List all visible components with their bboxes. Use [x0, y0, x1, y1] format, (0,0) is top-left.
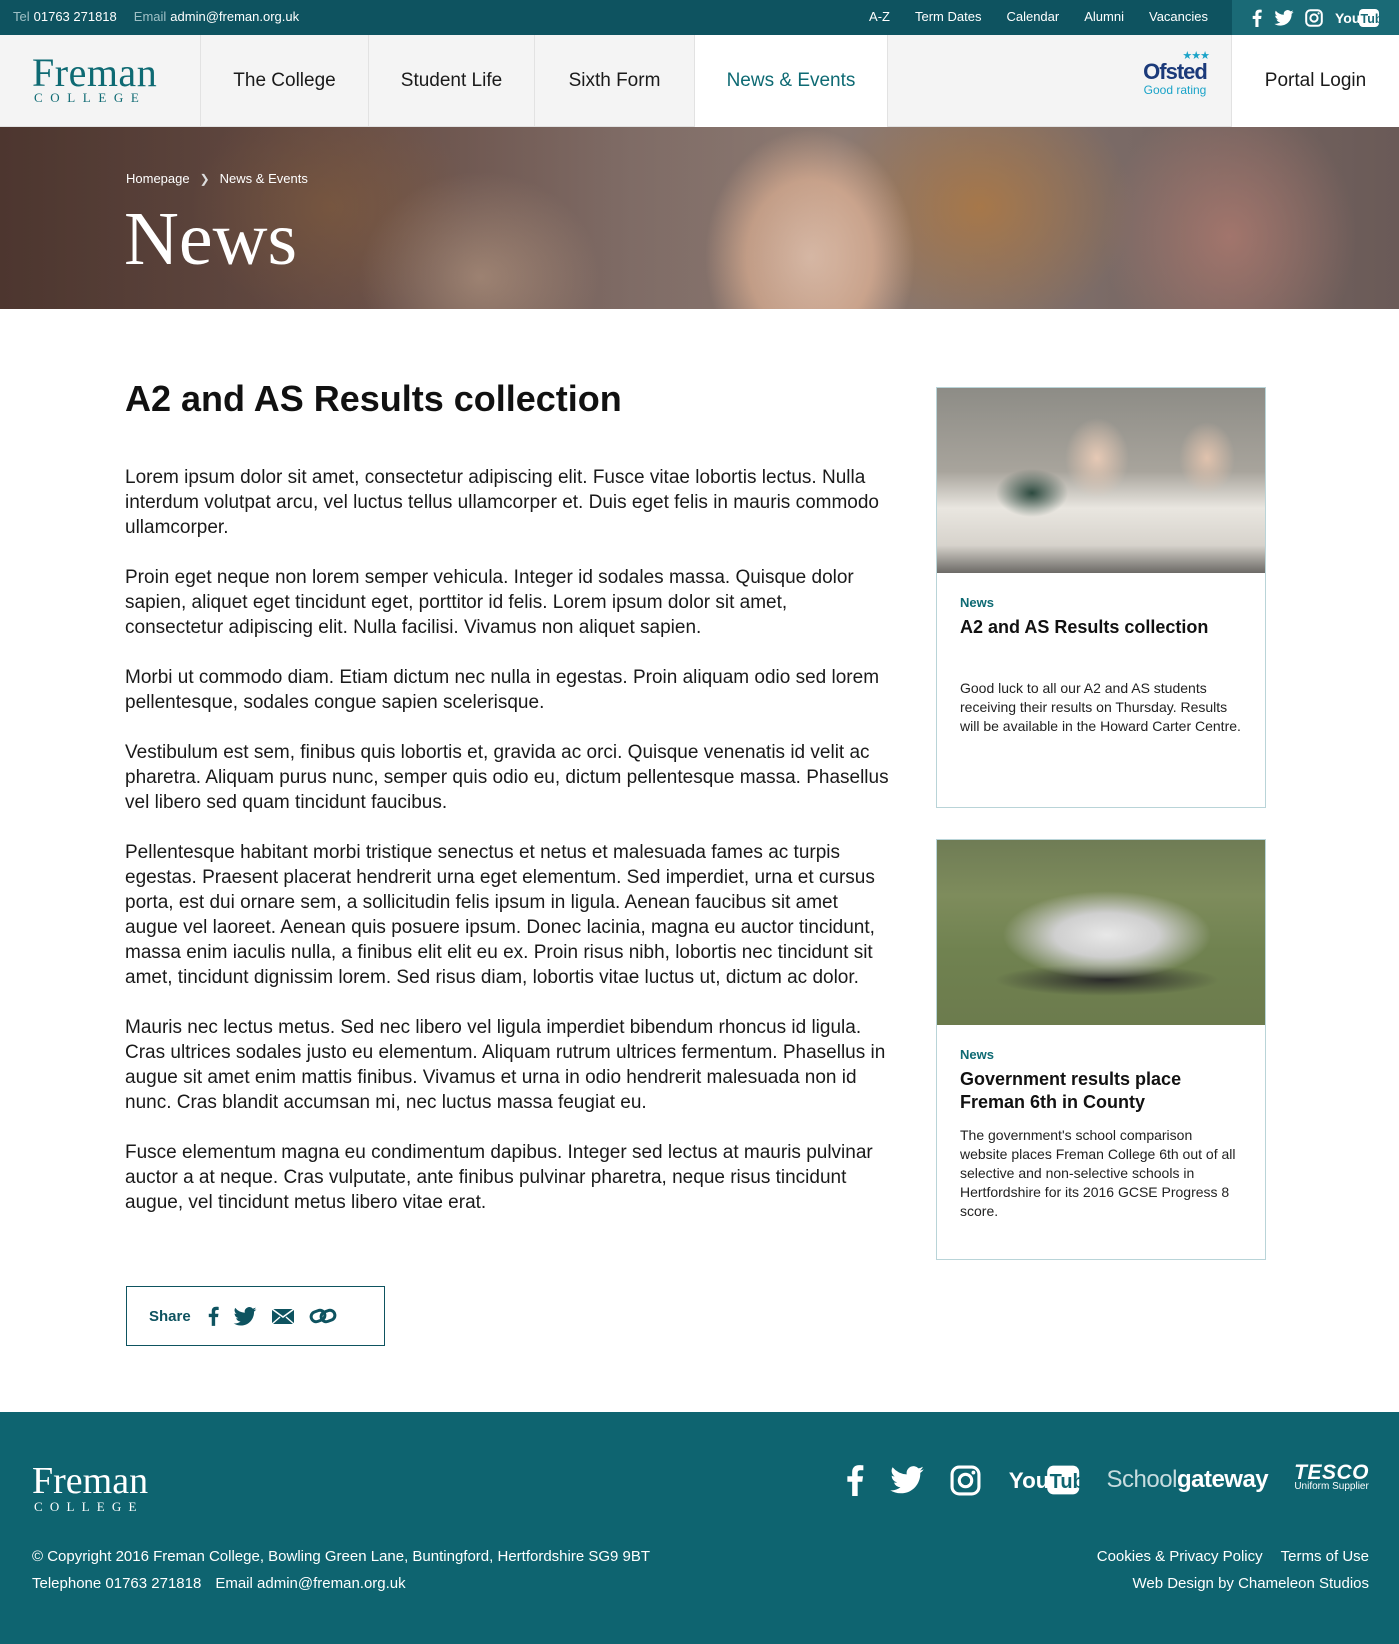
email-label: Email	[133, 9, 167, 24]
ofsted-name: Ofsted	[1143, 59, 1208, 84]
svg-text:You: You	[1008, 1468, 1049, 1493]
nav-menu: The College Student Life Sixth Form News…	[200, 35, 888, 127]
link-calendar[interactable]: Calendar	[1006, 9, 1059, 24]
schoolgateway-part3: gateway	[1176, 1466, 1269, 1493]
breadcrumb-homepage[interactable]: Homepage	[126, 171, 190, 186]
link-alumni[interactable]: Alumni	[1084, 9, 1124, 24]
chevron-right-icon: ❯	[199, 171, 210, 186]
news-card-title[interactable]: A2 and AS Results collection	[960, 616, 1242, 639]
tel-link[interactable]: 01763 271818	[34, 9, 117, 24]
hero-banner: Homepage ❯ News & Events News	[0, 127, 1399, 309]
ofsted-badge[interactable]: ★★★ Ofsted Good rating	[1135, 51, 1215, 98]
tel-label: Tel	[13, 9, 30, 24]
news-card-image	[937, 840, 1265, 1025]
article-paragraph: Morbi ut commodo diam. Etiam dictum nec …	[125, 667, 880, 713]
email-link[interactable]: admin@freman.org.uk	[170, 9, 299, 24]
article-paragraph: Vestibulum est sem, finibus quis loborti…	[125, 742, 889, 813]
utility-links: A-Z Term Dates Calendar Alumni Vacancies	[844, 9, 1208, 24]
news-card-category: News	[960, 1047, 994, 1062]
ofsted-rating: Good rating	[1143, 83, 1207, 97]
youtube-icon[interactable]: YouTube	[1335, 8, 1380, 28]
article-paragraph: Proin eget neque non lorem semper vehicu…	[125, 567, 854, 638]
footer-logo-name: Freman	[32, 1460, 149, 1502]
main-navigation: Freman COLLEGE The College Student Life …	[0, 35, 1399, 127]
tesco-subtitle: Uniform Supplier	[1294, 1481, 1369, 1492]
page-title: News	[124, 197, 298, 281]
news-card-image	[937, 388, 1265, 573]
article: A2 and AS Results collection Lorem ipsum…	[125, 375, 890, 1240]
footer-contact: © Copyright 2016 Freman College, Bowling…	[32, 1543, 650, 1597]
svg-text:Tube: Tube	[1049, 1471, 1080, 1493]
twitter-icon[interactable]	[1273, 9, 1294, 26]
twitter-icon[interactable]	[889, 1466, 924, 1494]
nav-item-news-events[interactable]: News & Events	[695, 35, 888, 127]
schoolgateway-logo[interactable]: Schoolgateway	[1107, 1466, 1269, 1494]
share-box: Share	[126, 1286, 385, 1346]
news-card-excerpt: The government's school comparison websi…	[960, 1127, 1236, 1219]
tesco-name: TESCO	[1294, 1461, 1369, 1484]
facebook-icon[interactable]	[1252, 9, 1262, 27]
schoolgateway-part2: ool	[1146, 1466, 1177, 1493]
link-vacancies[interactable]: Vacancies	[1149, 9, 1208, 24]
news-card-category: News	[960, 595, 994, 610]
article-paragraph: Pellentesque habitant morbi tristique se…	[125, 842, 875, 988]
article-paragraph: Mauris nec lectus metus. Sed nec libero …	[125, 1017, 886, 1113]
share-label: Share	[149, 1307, 191, 1325]
top-social-links: YouTube	[1232, 0, 1399, 35]
news-card[interactable]: News A2 and AS Results collection Good l…	[936, 387, 1266, 808]
contact-info: Tel 01763 271818 Email admin@freman.org.uk	[13, 9, 299, 24]
breadcrumb: Homepage ❯ News & Events	[126, 171, 308, 186]
web-design-credit[interactable]: Web Design by Chameleon Studios	[1097, 1570, 1369, 1597]
nav-item-sixth-form[interactable]: Sixth Form	[535, 35, 695, 127]
news-card-excerpt: Good luck to all our A2 and AS students …	[960, 680, 1241, 734]
terms-link[interactable]: Terms of Use	[1281, 1548, 1369, 1565]
footer-logo[interactable]: Freman COLLEGE	[32, 1462, 148, 1514]
twitter-icon[interactable]	[233, 1306, 257, 1326]
instagram-icon[interactable]	[1305, 8, 1324, 27]
tesco-logo[interactable]: TESCO Uniform Supplier	[1294, 1461, 1369, 1494]
instagram-icon[interactable]	[950, 1465, 981, 1496]
schoolgateway-part1: Sch	[1106, 1466, 1147, 1493]
footer-telephone[interactable]: Telephone 01763 271818	[32, 1575, 201, 1592]
youtube-icon[interactable]: YouTube	[1007, 1464, 1081, 1496]
article-paragraph: Fusce elementum magna eu condimentum dap…	[125, 1142, 873, 1213]
article-paragraph: Lorem ipsum dolor sit amet, consectetur …	[125, 467, 879, 538]
breadcrumb-news-events[interactable]: News & Events	[220, 171, 308, 186]
logo-name: Freman	[32, 50, 158, 95]
site-footer: Freman COLLEGE YouTube Schoolgateway TES…	[0, 1412, 1399, 1644]
footer-logo-subtitle: COLLEGE	[34, 1499, 144, 1514]
svg-text:You: You	[1335, 10, 1360, 26]
link-a-z[interactable]: A-Z	[869, 9, 890, 24]
news-card[interactable]: News Government results place Freman 6th…	[936, 839, 1266, 1260]
facebook-icon[interactable]	[846, 1464, 864, 1496]
nav-item-student-life[interactable]: Student Life	[369, 35, 535, 127]
footer-legal-links: Cookies & Privacy Policy Terms of Use Web…	[1097, 1543, 1369, 1597]
portal-login-button[interactable]: Portal Login	[1231, 35, 1399, 127]
link-icon[interactable]	[309, 1306, 337, 1326]
news-card-title[interactable]: Government results place Freman 6th in C…	[960, 1068, 1242, 1114]
copyright-text: © Copyright 2016 Freman College, Bowling…	[32, 1548, 651, 1565]
article-title: A2 and AS Results collection	[125, 378, 622, 419]
link-term-dates[interactable]: Term Dates	[915, 9, 981, 24]
footer-email[interactable]: Email admin@freman.org.uk	[215, 1575, 405, 1592]
email-icon[interactable]	[271, 1307, 295, 1325]
article-body: Lorem ipsum dolor sit amet, consectetur …	[125, 465, 890, 1215]
college-logo[interactable]: Freman COLLEGE	[32, 53, 172, 105]
nav-item-the-college[interactable]: The College	[201, 35, 369, 127]
footer-social-links: YouTube Schoolgateway TESCO Uniform Supp…	[820, 1461, 1369, 1496]
facebook-icon[interactable]	[208, 1306, 219, 1326]
svg-text:Tube: Tube	[1361, 12, 1380, 26]
top-utility-bar: Tel 01763 271818 Email admin@freman.org.uk …	[0, 0, 1399, 35]
cookies-link[interactable]: Cookies & Privacy Policy	[1097, 1548, 1263, 1565]
